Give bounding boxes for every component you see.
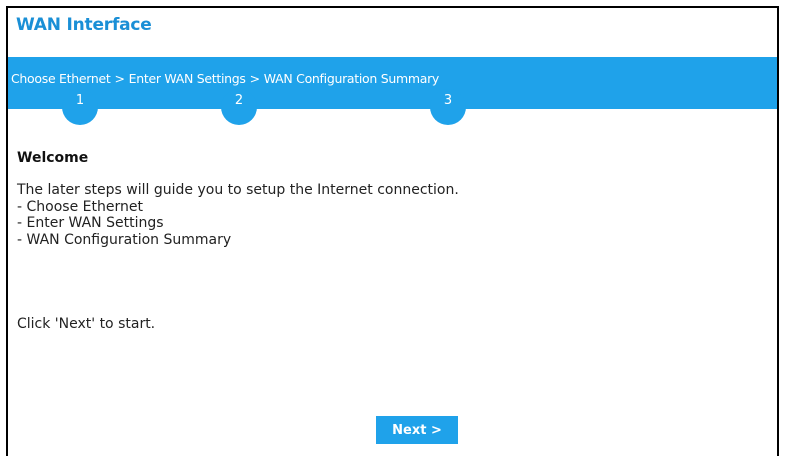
- wan-interface-panel: WAN Interface Choose Ethernet > Enter WAN …: [6, 6, 779, 456]
- step-separator: >: [114, 71, 125, 86]
- step-list-item: - WAN Configuration Summary: [17, 231, 232, 248]
- step-label-choose-ethernet: Choose Ethernet: [11, 71, 111, 86]
- step-number-badge-3: 3: [430, 89, 466, 125]
- step-separator: >: [249, 71, 260, 86]
- welcome-description: The later steps will guide you to setup …: [17, 182, 757, 248]
- step-number: 1: [75, 93, 85, 108]
- step-number: 3: [443, 93, 453, 108]
- next-button[interactable]: Next >: [376, 416, 458, 444]
- step-number: 2: [234, 93, 244, 108]
- step-list-item: - Choose Ethernet: [17, 198, 143, 215]
- step-list-item: - Enter WAN Settings: [17, 215, 164, 231]
- step-progress-bar: Choose Ethernet > Enter WAN Settings > WAN C…: [8, 57, 777, 125]
- intro-text: The later steps will guide you to setup …: [17, 182, 459, 198]
- start-hint: Click 'Next' to start.: [17, 316, 156, 332]
- panel-title: WAN Interface: [16, 15, 152, 35]
- step-number-badge-2: 2: [221, 89, 257, 125]
- step-number-badge-1: 1: [62, 89, 98, 125]
- step-label-enter-wan-settings: Enter WAN Settings: [128, 71, 246, 86]
- step-label-wan-configuration-summary: WAN Configuration Summary: [263, 71, 440, 86]
- step-breadcrumb: Choose Ethernet > Enter WAN Settings > WAN C…: [11, 71, 439, 86]
- welcome-heading: Welcome: [17, 150, 89, 166]
